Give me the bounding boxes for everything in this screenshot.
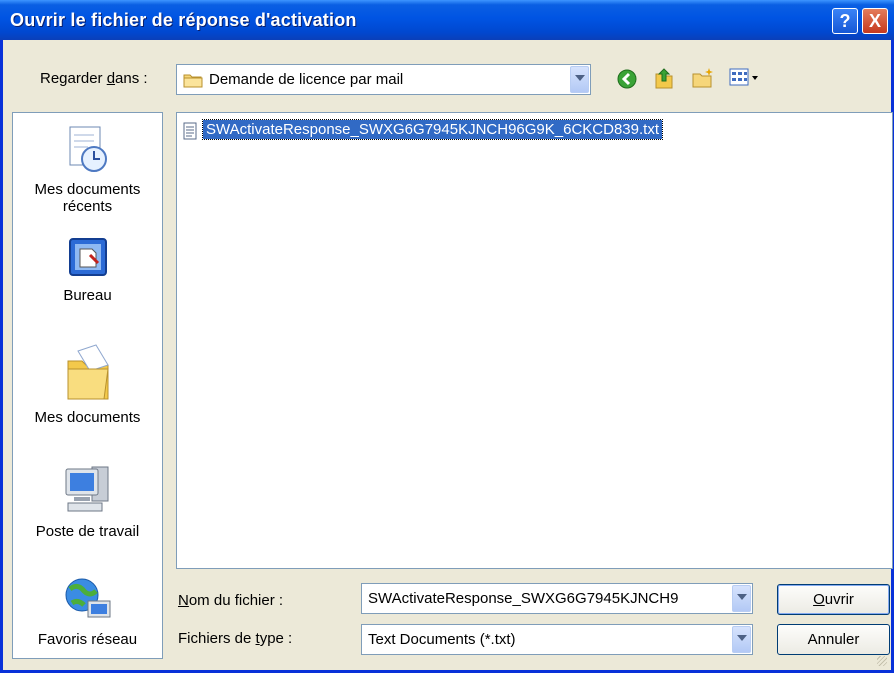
desktop-icon	[68, 238, 107, 276]
dialog-title: Ouvrir le fichier de réponse d'activatio…	[10, 10, 357, 30]
help-icon: ?	[839, 11, 851, 31]
back-icon[interactable]	[616, 68, 638, 90]
file-list[interactable]: SWActivateResponse_SWXG6G7945KJNCH96G9K_…	[176, 112, 893, 569]
lookin-label-accel: d	[106, 70, 116, 87]
title-bar[interactable]: Ouvrir le fichier de réponse d'activatio…	[0, 0, 894, 40]
resize-grip[interactable]	[877, 656, 887, 666]
text-file-icon	[183, 122, 197, 140]
chevron-down-icon[interactable]	[732, 626, 751, 653]
folder-icon	[183, 74, 203, 88]
filename-label: Nom du fichier :	[178, 592, 283, 609]
filename-label-accel: N	[178, 592, 189, 609]
lookin-label-suffix: ans :	[115, 70, 148, 87]
place-label-line1: Poste de travail	[35, 523, 140, 540]
filetype-label-prefix: Fichiers de	[178, 630, 256, 647]
place-my-computer[interactable]: Poste de travail	[13, 461, 162, 540]
filetype-label-rest: ype :	[259, 630, 293, 647]
place-label-line1: Mes documents	[34, 181, 141, 198]
place-label-line1: Bureau	[63, 287, 112, 304]
new-folder-icon[interactable]	[691, 66, 715, 90]
places-bar: Mes documents récents Bureau Mes documen…	[12, 112, 163, 659]
lookin-dropdown[interactable]: Demande de licence par mail	[176, 64, 591, 95]
filetype-label: Fichiers de type :	[178, 630, 292, 647]
lookin-value: Demande de licence par mail	[209, 71, 404, 88]
place-recent-documents[interactable]: Mes documents récents	[13, 125, 162, 215]
place-label-line1: Favoris réseau	[37, 631, 138, 648]
view-menu-icon[interactable]	[729, 67, 761, 89]
file-name: SWActivateResponse_SWXG6G7945KJNCH96G9K_…	[202, 119, 663, 140]
filename-field[interactable]: SWActivateResponse_SWXG6G7945KJNCH9	[361, 583, 753, 614]
place-label-line1: Mes documents	[34, 409, 141, 426]
filename-value: SWActivateResponse_SWXG6G7945KJNCH9	[368, 590, 679, 607]
my-computer-icon	[65, 466, 108, 512]
open-button-label: uvrir	[824, 591, 854, 608]
filetype-dropdown[interactable]: Text Documents (*.txt)	[361, 624, 753, 655]
help-button[interactable]: ?	[832, 8, 858, 34]
open-button-accel: O	[813, 591, 825, 608]
close-button[interactable]: X	[862, 8, 888, 34]
network-places-icon	[65, 578, 110, 618]
open-file-dialog: Ouvrir le fichier de réponse d'activatio…	[0, 0, 894, 673]
place-network[interactable]: Favoris réseau	[13, 575, 162, 648]
my-documents-icon	[67, 344, 109, 400]
close-icon: X	[868, 11, 881, 31]
recent-documents-icon	[69, 126, 107, 172]
place-my-documents[interactable]: Mes documents	[13, 341, 162, 426]
cancel-button[interactable]: Annuler	[777, 624, 890, 655]
chevron-down-icon[interactable]	[570, 66, 589, 93]
place-label-line2: récents	[62, 198, 113, 215]
filename-label-rest: om du fichier :	[188, 592, 284, 609]
lookin-label: Regarder dans :	[40, 70, 148, 87]
open-button[interactable]: Ouvrir	[777, 584, 890, 615]
filetype-value: Text Documents (*.txt)	[368, 631, 516, 648]
lookin-label-prefix: Regarder	[40, 70, 107, 87]
place-desktop[interactable]: Bureau	[13, 237, 162, 304]
chevron-down-icon[interactable]	[732, 585, 751, 612]
up-folder-icon[interactable]	[653, 66, 675, 90]
